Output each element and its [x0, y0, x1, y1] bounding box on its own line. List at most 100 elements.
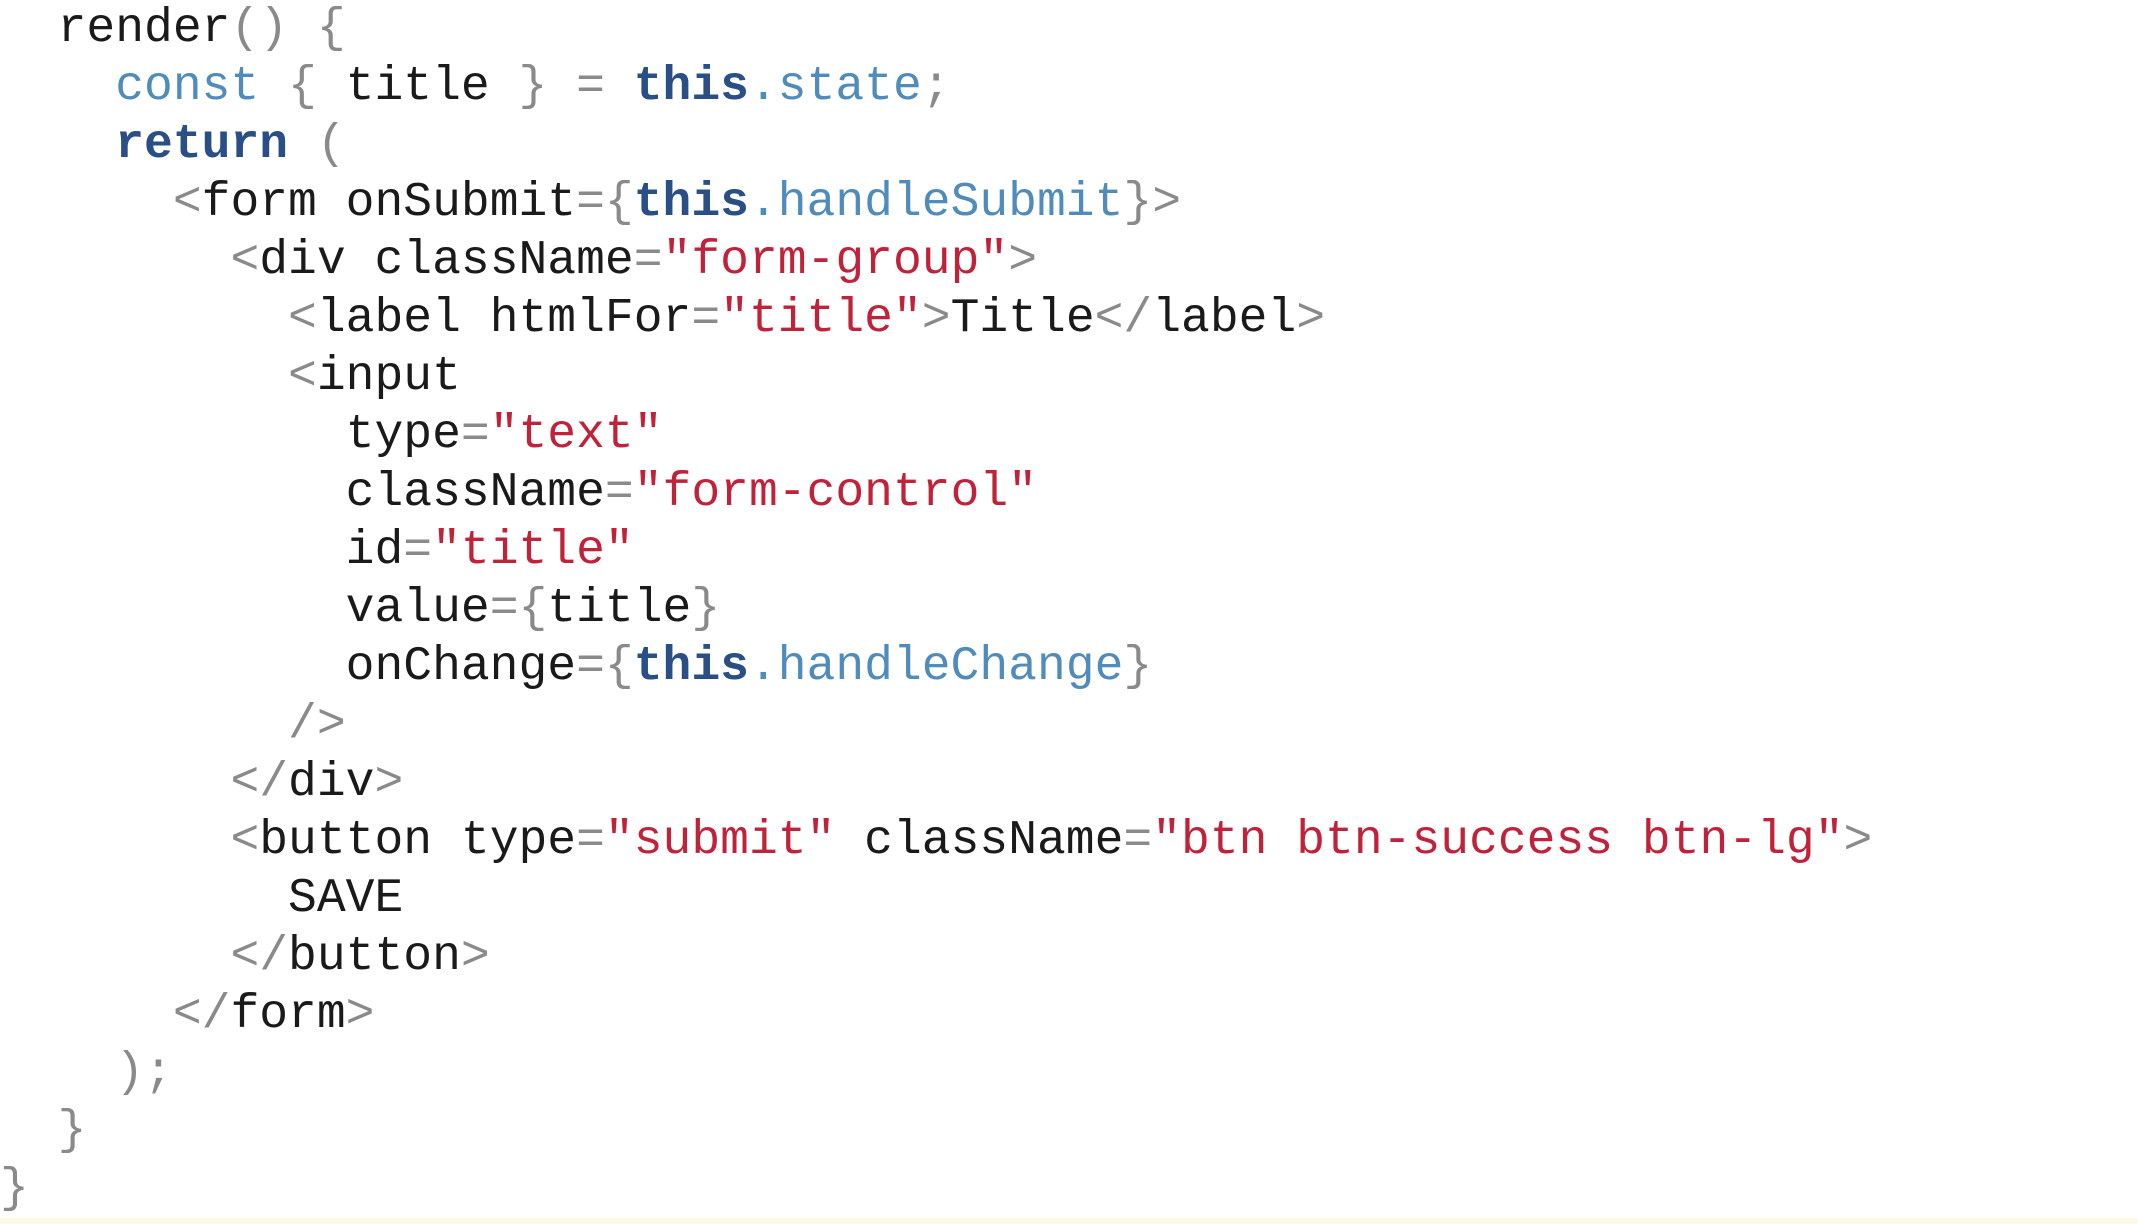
code-token-punct: = — [576, 814, 605, 868]
code-block: render() { const { title } = this.state;… — [0, 0, 2138, 1220]
code-token-punct: () { — [230, 2, 346, 56]
code-token-punct: </ — [172, 988, 231, 1042]
code-token-text: className — [835, 814, 1124, 868]
code-line: </button> — [0, 928, 2138, 986]
code-token-prop: .handleChange — [748, 640, 1124, 694]
code-line: className="form-control" — [0, 464, 2138, 522]
code-token-punct: } = — [489, 60, 634, 114]
code-token-punct: ); — [115, 1046, 173, 1100]
code-view: render() { const { title } = this.state;… — [0, 0, 2138, 1224]
code-line: <form onSubmit={this.handleSubmit}> — [0, 174, 2138, 232]
code-token-punct: } — [1123, 640, 1153, 694]
code-line: ); — [0, 1044, 2138, 1102]
code-token-punct: > — [1008, 234, 1037, 288]
code-token-text: form — [230, 988, 346, 1042]
code-line: /> — [0, 696, 2138, 754]
code-token-text: SAVE — [0, 872, 404, 926]
code-token-punct: < — [288, 350, 317, 404]
code-line: </div> — [0, 754, 2138, 812]
code-token-keyword: return — [115, 118, 289, 172]
code-token-punct: = — [460, 408, 490, 462]
code-line: <label htmlFor="title">Title</label> — [0, 290, 2138, 348]
code-token-punct: = — [403, 524, 433, 578]
code-token-punct: ; — [921, 60, 951, 114]
code-line: const { title } = this.state; — [0, 58, 2138, 116]
code-token-punct: ={ — [576, 640, 634, 694]
code-line: } — [0, 1160, 2138, 1218]
code-token-text: id — [0, 524, 404, 578]
code-line: render() { — [0, 0, 2138, 58]
code-token-punct: } — [0, 1162, 29, 1216]
code-token-punct: < — [230, 814, 260, 868]
code-token-punct: }> — [1123, 176, 1182, 230]
code-token-punct: = — [1123, 814, 1153, 868]
code-token-text: title — [547, 582, 692, 636]
code-token-punct: } — [691, 582, 721, 636]
code-token-text: Title — [950, 292, 1095, 346]
bottom-strip — [0, 1218, 2138, 1224]
code-token-text: onChange — [0, 640, 577, 694]
code-token-punct: > — [1296, 292, 1326, 346]
code-line: return ( — [0, 116, 2138, 174]
code-token-text: button type — [259, 814, 577, 868]
code-token-punct: > — [374, 756, 404, 810]
code-line: <input — [0, 348, 2138, 406]
code-token-text: type — [0, 408, 461, 462]
code-line: type="text" — [0, 406, 2138, 464]
code-token-punct: > — [345, 988, 375, 1042]
code-token-punct: < — [230, 234, 260, 288]
code-token-punct: < — [288, 292, 317, 346]
code-token-text: render — [0, 2, 231, 56]
code-token-text: title — [345, 60, 490, 114]
code-token-punct: </ — [1094, 292, 1153, 346]
code-token-text: div — [288, 756, 375, 810]
code-token-punct: = — [633, 234, 663, 288]
code-token-punct: > — [1843, 814, 1873, 868]
code-token-punct: { — [259, 60, 346, 114]
code-line: value={title} — [0, 580, 2138, 638]
code-token-punct: </ — [230, 930, 289, 984]
code-token-text: button — [288, 930, 461, 984]
code-token-punct: > — [921, 292, 951, 346]
code-token-keyword: this — [633, 176, 749, 230]
code-line: </form> — [0, 986, 2138, 1044]
code-token-punct: = — [604, 466, 634, 520]
code-line: onChange={this.handleChange} — [0, 638, 2138, 696]
code-token-string: "text" — [489, 408, 663, 462]
code-line: <button type="submit" className="btn btn… — [0, 812, 2138, 870]
code-token-text: div className — [259, 234, 634, 288]
code-token-string: "submit" — [604, 814, 836, 868]
code-token-prop: .state — [748, 60, 922, 114]
code-line: id="title" — [0, 522, 2138, 580]
code-token-string: "form-control" — [633, 466, 1037, 520]
code-token-string: "btn btn-success btn-lg" — [1152, 814, 1844, 868]
code-token-keyword: this — [633, 640, 749, 694]
code-token-text: value — [0, 582, 490, 636]
code-token-string: "title" — [432, 524, 634, 578]
code-token-text: form onSubmit — [201, 176, 577, 230]
code-line: } — [0, 1102, 2138, 1160]
code-line: SAVE — [0, 870, 2138, 928]
code-line: <div className="form-group"> — [0, 232, 2138, 290]
code-token-text: className — [0, 466, 605, 520]
code-token-punct: /> — [288, 698, 346, 752]
code-token-punct: > — [460, 930, 490, 984]
code-token-punct: } — [57, 1104, 87, 1158]
code-token-text: label htmlFor — [316, 292, 692, 346]
code-token-punct: = — [691, 292, 721, 346]
code-token-punct: < — [172, 176, 202, 230]
code-token-punct: ={ — [576, 176, 634, 230]
